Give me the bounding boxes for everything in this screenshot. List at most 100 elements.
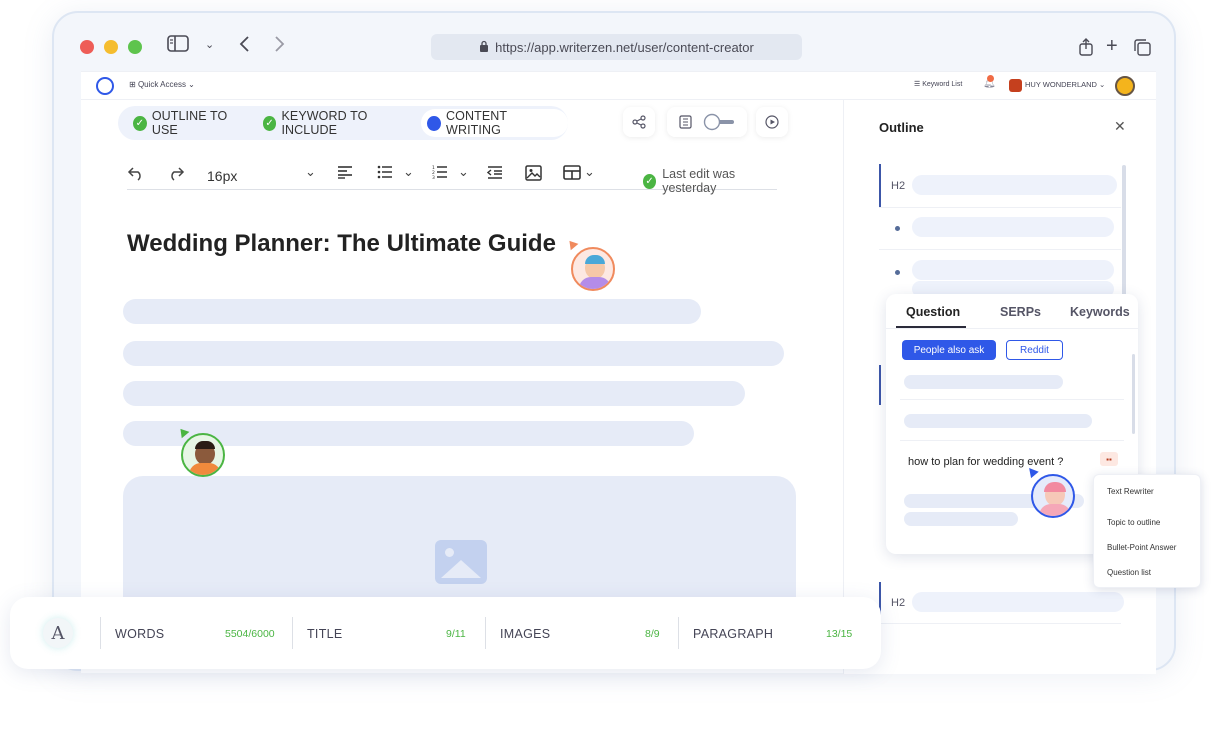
question-item[interactable]: how to plan for wedding event ?	[908, 456, 1063, 468]
outline-scrollbar[interactable]	[1122, 165, 1126, 315]
title-value: 9/11	[446, 628, 466, 640]
menu-item-bullet-point-answer[interactable]: Bullet-Point Answer	[1107, 543, 1176, 552]
title-label: TITLE	[307, 627, 343, 641]
maximize-window-button[interactable]	[128, 40, 142, 54]
minimize-window-button[interactable]	[104, 40, 118, 54]
step-label: KEYWORD TO INCLUDE	[281, 109, 368, 137]
ai-action-icon[interactable]: ▪▪	[1100, 452, 1118, 466]
new-tab-icon[interactable]: +	[1106, 35, 1118, 58]
quick-access-label: Quick Access	[137, 80, 186, 89]
score-logo-icon: A	[43, 618, 73, 648]
last-edit-status: ✓ Last edit was yesterday	[643, 167, 777, 195]
question-placeholder[interactable]	[904, 375, 1063, 389]
content-stats-bar: A WORDS 5504/6000 TITLE 9/11 IMAGES 8/9 …	[10, 597, 881, 669]
list-divider	[900, 440, 1124, 441]
back-icon[interactable]	[238, 35, 250, 58]
menu-item-question-list[interactable]: Question list	[1107, 568, 1151, 577]
text-placeholder	[123, 341, 784, 366]
tab-serps[interactable]: SERPs	[1000, 305, 1041, 319]
reddit-chip[interactable]: Reddit	[1006, 340, 1063, 360]
view-toggle-group	[667, 107, 747, 137]
outline-item-placeholder[interactable]	[912, 260, 1114, 280]
outline-divider	[879, 623, 1121, 624]
title-bar: ⌄ https://app.writerzen.net/user/content…	[54, 13, 1174, 73]
play-button[interactable]	[756, 107, 788, 137]
outline-title: Outline	[879, 120, 924, 135]
url-bar[interactable]: https://app.writerzen.net/user/content-c…	[431, 34, 802, 60]
question-placeholder[interactable]	[904, 414, 1092, 428]
outline-divider	[879, 207, 1121, 208]
document-title[interactable]: Wedding Planner: The Ultimate Guide	[127, 230, 556, 258]
bullet-icon	[895, 226, 900, 231]
last-edit-text: Last edit was yesterday	[662, 167, 736, 195]
keyword-list-link[interactable]: ☰ Keyword List	[914, 80, 962, 88]
tab-keywords[interactable]: Keywords	[1070, 305, 1130, 319]
image-icon	[435, 540, 487, 584]
outdent-icon[interactable]	[486, 165, 503, 184]
profile-icon[interactable]	[1115, 76, 1135, 96]
list-divider	[900, 399, 1124, 400]
redo-icon[interactable]	[167, 165, 185, 186]
stats-divider	[292, 617, 293, 649]
app-logo-icon[interactable]	[96, 77, 114, 95]
step-content-writing[interactable]: CONTENT WRITING	[421, 109, 568, 137]
step-outline[interactable]: ✓ OUTLINE TO USE	[133, 109, 249, 137]
close-window-button[interactable]	[80, 40, 94, 54]
sidebar-toggle-icon[interactable]	[167, 35, 189, 57]
tab-question[interactable]: Question	[906, 305, 960, 319]
outline-heading-placeholder[interactable]	[912, 592, 1124, 612]
paragraph-value: 13/15	[826, 628, 853, 640]
check-icon: ✓	[262, 115, 277, 131]
font-size-select[interactable]: 16px	[207, 168, 237, 184]
step-label: OUTLINE TO USE	[151, 109, 228, 137]
question-scrollbar[interactable]	[1132, 354, 1135, 434]
collaborator-avatar	[571, 247, 615, 291]
font-size-dropdown-icon[interactable]: ⌄	[305, 164, 316, 180]
undo-icon[interactable]	[127, 165, 145, 186]
share-button[interactable]	[623, 107, 655, 137]
stats-divider	[100, 617, 101, 649]
outline-item-placeholder[interactable]	[912, 217, 1114, 237]
people-also-ask-chip[interactable]: People also ask	[902, 340, 996, 360]
chevron-down-icon[interactable]: ⌄	[584, 164, 595, 180]
workflow-steps: ✓ OUTLINE TO USE ✓ KEYWORD TO INCLUDE CO…	[118, 106, 568, 140]
table-icon[interactable]	[563, 165, 581, 185]
step-keyword[interactable]: ✓ KEYWORD TO INCLUDE	[262, 109, 416, 137]
close-icon[interactable]: ✕	[1114, 118, 1126, 135]
words-label: WORDS	[115, 627, 165, 641]
stats-divider	[678, 617, 679, 649]
document-icon[interactable]	[678, 115, 692, 129]
image-insert-icon[interactable]	[525, 165, 542, 186]
user-menu[interactable]: HUY WONDERLAND ⌄	[1025, 80, 1105, 89]
active-tab-underline	[896, 326, 966, 328]
play-icon	[765, 115, 779, 129]
numbered-list-icon[interactable]: 123	[432, 165, 448, 184]
user-name: HUY WONDERLAND	[1025, 80, 1097, 89]
outline-indicator	[879, 365, 881, 405]
chevron-down-icon[interactable]: ⌄	[205, 38, 214, 51]
bullet-list-icon[interactable]	[377, 165, 393, 184]
quick-access-menu[interactable]: ⊞ Quick Access ⌄	[129, 80, 195, 89]
notification-badge	[987, 75, 994, 82]
chevron-down-icon[interactable]: ⌄	[403, 164, 414, 180]
active-step-dot-icon	[427, 115, 442, 131]
url-text: https://app.writerzen.net/user/content-c…	[495, 39, 754, 55]
words-value: 5504/6000	[225, 628, 275, 640]
share-nodes-icon	[632, 115, 646, 129]
chevron-down-icon[interactable]: ⌄	[458, 164, 469, 180]
answer-placeholder	[904, 512, 1018, 526]
tabs-overview-icon[interactable]	[1134, 39, 1151, 61]
step-label: CONTENT WRITING	[446, 109, 507, 137]
align-left-icon[interactable]	[337, 165, 353, 184]
outline-heading-placeholder[interactable]	[912, 175, 1117, 195]
check-icon: ✓	[643, 173, 657, 189]
forward-icon[interactable]	[274, 35, 286, 58]
toggle-switch[interactable]	[702, 113, 736, 131]
app-header: ⊞ Quick Access ⌄ ☰ Keyword List 🔔︎ HUY W…	[81, 72, 1156, 100]
menu-item-topic-to-outline[interactable]: Topic to outline	[1107, 518, 1160, 527]
menu-item-text-rewriter[interactable]: Text Rewriter	[1107, 487, 1154, 496]
collaborator-avatar	[1031, 474, 1075, 518]
outline-h2-tag: H2	[891, 180, 906, 192]
share-icon[interactable]	[1079, 38, 1093, 61]
user-avatar[interactable]	[1009, 79, 1022, 92]
